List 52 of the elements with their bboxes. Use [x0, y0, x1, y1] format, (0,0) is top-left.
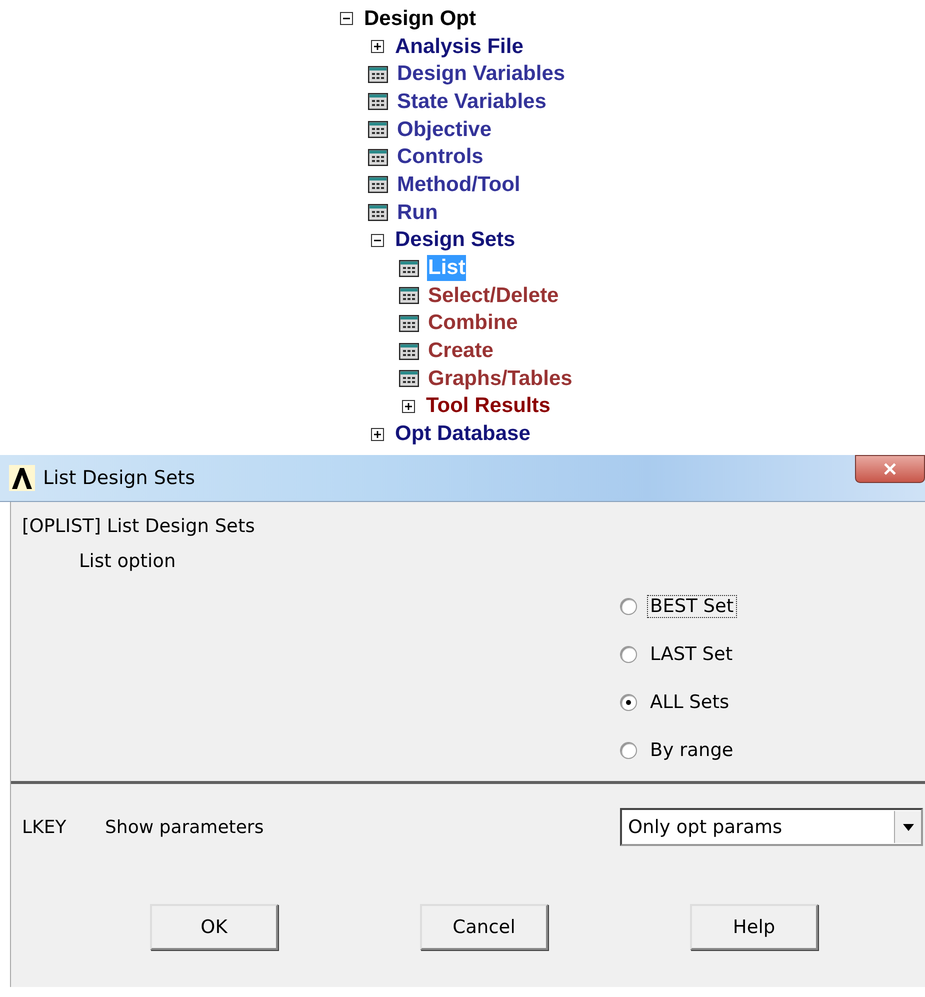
dialog-button[interactable]: OK	[150, 904, 278, 950]
dialog-window-icon	[368, 66, 388, 83]
tree-item[interactable]: Objective	[396, 116, 493, 143]
dialog-window-icon	[399, 287, 419, 304]
tree-item[interactable]: Design Sets	[394, 227, 516, 254]
radio-button[interactable]	[620, 646, 637, 663]
expand-icon[interactable]	[371, 40, 384, 54]
dropdown-arrow-icon	[902, 824, 914, 830]
radio-label: BEST Set	[647, 595, 737, 618]
radio-button[interactable]	[620, 694, 637, 711]
dialog-window-icon	[399, 370, 419, 388]
tree-item[interactable]: Design Opt	[363, 6, 478, 32]
dialog-button[interactable]: Help	[690, 904, 818, 950]
radio-button[interactable]	[620, 742, 637, 759]
tree-item[interactable]: Graphs/Tables	[427, 366, 574, 392]
tree-item[interactable]: Create	[427, 338, 494, 364]
tree-item[interactable]: Combine	[427, 310, 519, 336]
dialog-window-icon	[368, 176, 388, 194]
tree-item[interactable]: Controls	[396, 144, 484, 170]
expand-icon[interactable]	[402, 400, 415, 413]
command-label: [OPLIST] List Design Sets	[22, 516, 256, 537]
tree-item[interactable]: Select/Delete	[427, 282, 560, 309]
tree-item[interactable]: Method/Tool	[396, 172, 522, 198]
expand-icon[interactable]	[371, 428, 384, 441]
radio-button[interactable]	[620, 598, 637, 615]
tree-item[interactable]: Run	[396, 200, 439, 226]
dialog-window-icon	[399, 342, 419, 360]
tree-item[interactable]: State Variables	[396, 88, 548, 115]
dialog-window-icon	[399, 314, 419, 332]
logo-icon	[9, 465, 35, 491]
dialog-window-icon	[368, 148, 388, 166]
radio-label: ALL Sets	[649, 691, 730, 714]
dialog-window-icon	[368, 121, 388, 138]
close-button[interactable]	[855, 455, 925, 483]
parameter-label: Show parameters	[105, 816, 265, 838]
radio-label: LAST Set	[649, 643, 734, 666]
tree-item[interactable]: Tool Results	[425, 393, 552, 420]
radio-label: By range	[649, 739, 734, 762]
tree-item[interactable]: Analysis File	[394, 34, 524, 60]
tree-item[interactable]: Opt Database	[394, 421, 532, 448]
parameter-key: LKEY	[22, 816, 105, 838]
dialog-button[interactable]: Cancel	[420, 904, 548, 950]
tree-item[interactable]: Design Variables	[396, 61, 566, 88]
close-icon	[883, 463, 897, 475]
collapse-icon[interactable]	[340, 12, 353, 26]
dialog-window-icon	[368, 204, 388, 222]
window-title: List Design Sets	[43, 467, 195, 489]
dialog-window-icon	[399, 260, 419, 277]
collapse-icon[interactable]	[371, 234, 384, 247]
dialog-window-icon	[368, 93, 388, 110]
dropdown[interactable]: Only opt params	[620, 808, 923, 846]
option-label: List option	[79, 551, 177, 572]
